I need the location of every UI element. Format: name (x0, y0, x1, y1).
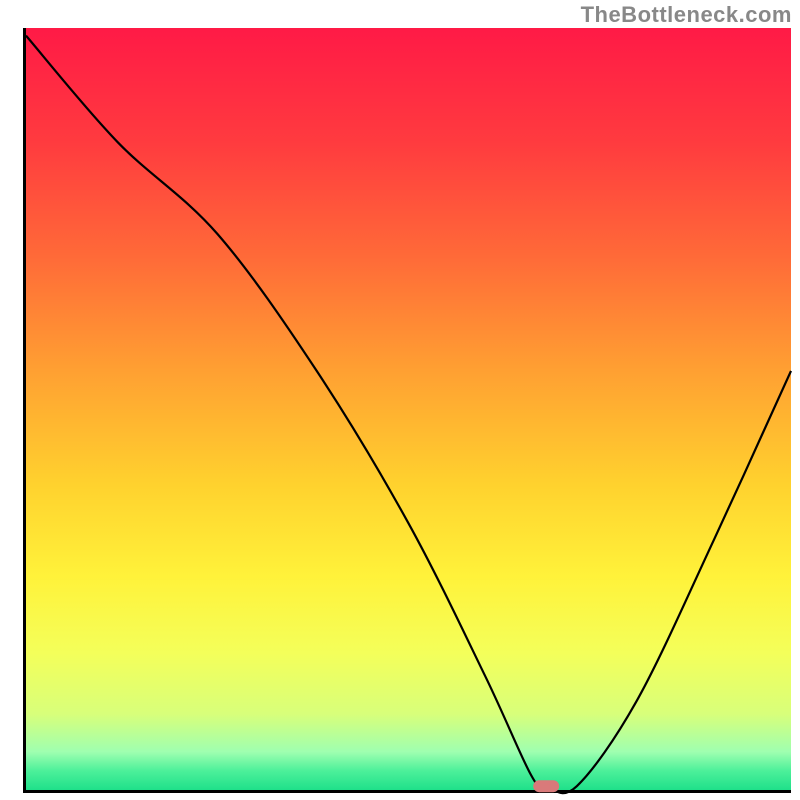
axis-left (23, 28, 26, 793)
optimal-point-marker (533, 780, 559, 792)
watermark-text: TheBottleneck.com (581, 2, 792, 28)
plot-background-gradient (26, 28, 791, 790)
axis-bottom (23, 790, 791, 793)
chart-container: TheBottleneck.com (0, 0, 800, 800)
bottleneck-chart (0, 0, 800, 800)
